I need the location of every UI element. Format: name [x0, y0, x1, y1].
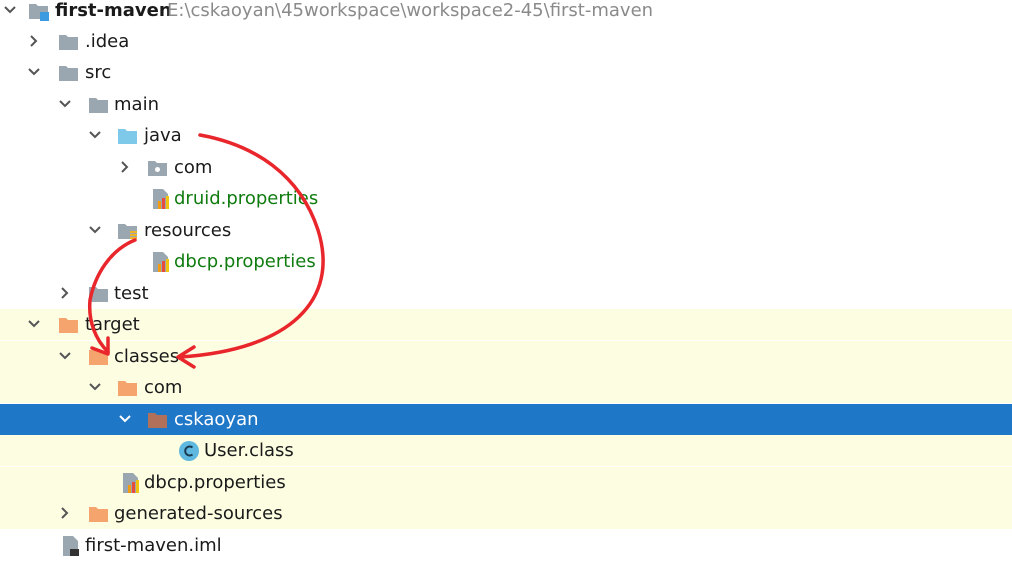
- chevron-down-icon[interactable]: [27, 65, 41, 79]
- resources-folder-icon: [118, 224, 137, 239]
- tree-label-java: java: [144, 125, 182, 146]
- tree-label-idea: .idea: [85, 31, 130, 52]
- properties-file-icon: [123, 473, 139, 493]
- tree-label-resources: resources: [144, 220, 232, 241]
- chevron-down-icon[interactable]: [3, 3, 17, 17]
- chevron-down-icon[interactable]: [88, 128, 102, 142]
- source-folder-icon: [118, 129, 137, 144]
- tree-row-classes[interactable]: classes: [0, 341, 1012, 372]
- tree-row-user-class[interactable]: User.class: [0, 435, 1012, 466]
- tree-label-src: src: [85, 62, 112, 83]
- tree-label-classes: classes: [114, 346, 180, 367]
- project-tree: first-maven E:\cskaoyan\45workspace\work…: [0, 0, 1012, 562]
- tree-row-project[interactable]: first-maven E:\cskaoyan\45workspace\work…: [0, 0, 1012, 26]
- tree-label-test: test: [114, 283, 149, 304]
- tree-row-main[interactable]: main: [0, 89, 1012, 120]
- chevron-right-icon[interactable]: [58, 286, 72, 300]
- folder-icon: [89, 287, 108, 302]
- tree-row-generated-sources[interactable]: generated-sources: [0, 498, 1012, 529]
- tree-row-resources[interactable]: resources: [0, 215, 1012, 246]
- tree-label-iml: first-maven.iml: [85, 535, 222, 556]
- chevron-right-icon[interactable]: [27, 34, 41, 48]
- tree-row-cskaoyan[interactable]: cskaoyan: [0, 404, 1012, 435]
- tree-label-dbcp-target: dbcp.properties: [144, 472, 286, 493]
- tree-row-dbcp-target[interactable]: dbcp.properties: [0, 467, 1012, 498]
- module-folder-icon: [29, 4, 49, 21]
- chevron-down-icon[interactable]: [118, 412, 132, 426]
- excluded-folder-icon: [89, 507, 108, 522]
- tree-label-cskaoyan: cskaoyan: [174, 409, 259, 430]
- tree-label-com-target: com: [144, 377, 183, 398]
- chevron-down-icon[interactable]: [58, 97, 72, 111]
- iml-file-icon: [63, 536, 79, 556]
- properties-file-icon: [153, 189, 169, 209]
- class-file-icon: [179, 441, 199, 461]
- chevron-right-icon[interactable]: [58, 506, 72, 520]
- tree-row-dbcp-src[interactable]: dbcp.properties: [0, 246, 1012, 277]
- excluded-folder-icon: [118, 381, 137, 396]
- folder-icon: [59, 66, 78, 81]
- tree-row-com-target[interactable]: com: [0, 372, 1012, 403]
- folder-icon: [89, 98, 108, 113]
- chevron-right-icon[interactable]: [118, 160, 132, 174]
- chevron-down-icon[interactable]: [88, 223, 102, 237]
- tree-row-druid[interactable]: druid.properties: [0, 183, 1012, 214]
- properties-file-icon: [153, 252, 169, 272]
- tree-label-com-src: com: [174, 157, 213, 178]
- tree-label-main: main: [114, 94, 159, 115]
- package-icon: [148, 161, 167, 176]
- tree-label-generated-sources: generated-sources: [114, 503, 283, 524]
- tree-row-target[interactable]: target: [0, 309, 1012, 340]
- tree-row-idea[interactable]: .idea: [0, 26, 1012, 57]
- tree-label-dbcp-src: dbcp.properties: [174, 251, 316, 272]
- tree-row-com-src[interactable]: com: [0, 152, 1012, 183]
- tree-row-test[interactable]: test: [0, 278, 1012, 309]
- chevron-down-icon[interactable]: [88, 380, 102, 394]
- excluded-folder-icon: [59, 318, 78, 333]
- folder-icon: [59, 35, 78, 50]
- chevron-down-icon[interactable]: [27, 317, 41, 331]
- tree-row-src[interactable]: src: [0, 57, 1012, 88]
- tree-label-target: target: [85, 314, 140, 335]
- chevron-down-icon[interactable]: [58, 349, 72, 363]
- tree-row-iml[interactable]: first-maven.iml: [0, 530, 1012, 561]
- tree-row-java[interactable]: java: [0, 120, 1012, 151]
- tree-label-druid: druid.properties: [174, 188, 319, 209]
- project-path: E:\cskaoyan\45workspace\workspace2-45\fi…: [167, 0, 654, 21]
- excluded-folder-icon: [89, 350, 108, 365]
- excluded-folder-icon: [148, 413, 167, 428]
- project-name: first-maven: [55, 0, 172, 21]
- tree-label-user-class: User.class: [204, 440, 294, 461]
